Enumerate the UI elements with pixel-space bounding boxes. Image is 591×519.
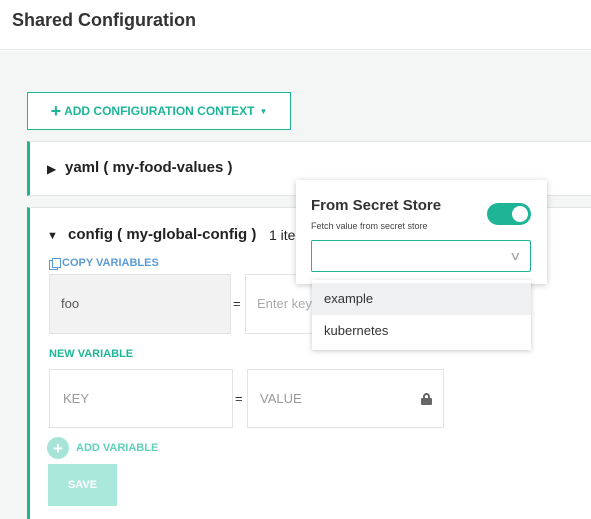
add-variable-button[interactable]: + ADD VARIABLE xyxy=(47,437,158,459)
plus-icon: + xyxy=(50,101,62,121)
add-variable-label: ADD VARIABLE xyxy=(76,442,159,454)
copy-icon xyxy=(49,257,61,270)
dropdown-option-example[interactable]: example xyxy=(312,283,531,315)
context-title[interactable]: yaml ( my-food-values ) xyxy=(65,159,233,176)
secret-store-dropdown: example kubernetes xyxy=(312,280,531,350)
secret-store-select[interactable]: ∨ xyxy=(311,240,531,272)
header-bar: Shared Configuration xyxy=(0,0,591,50)
save-button[interactable]: SAVE xyxy=(48,464,117,506)
caret-down-icon: ▼ xyxy=(259,106,268,116)
variable-key-field: foo xyxy=(49,274,231,334)
plus-circle-icon: + xyxy=(47,437,69,459)
triangle-down-icon[interactable]: ▼ xyxy=(47,230,58,242)
secret-store-popup: From Secret Store Fetch value from secre… xyxy=(296,180,547,284)
value-placeholder: VALUE xyxy=(260,391,302,406)
page-title: Shared Configuration xyxy=(12,10,196,30)
new-key-input[interactable]: KEY xyxy=(49,369,233,428)
triangle-right-icon[interactable]: ▶ xyxy=(47,162,56,176)
add-configuration-context-button[interactable]: + ADD CONFIGURATION CONTEXT ▼ xyxy=(27,92,291,130)
equals-sign: = xyxy=(233,296,241,311)
copy-variables-link[interactable]: COPY VARIABLES xyxy=(49,257,159,270)
secret-store-heading: From Secret Store xyxy=(311,197,442,214)
toggle-knob xyxy=(512,206,528,222)
new-variable-label: NEW VARIABLE xyxy=(49,348,134,360)
secret-store-subtext: Fetch value from secret store xyxy=(311,221,428,231)
context-title[interactable]: config ( my-global-config ) xyxy=(68,226,256,243)
copy-variables-label: COPY VARIABLES xyxy=(62,257,159,269)
chevron-down-icon: ∨ xyxy=(509,249,522,263)
item-count: 1 ite xyxy=(269,227,296,243)
equals-sign: = xyxy=(235,391,243,406)
lock-icon[interactable] xyxy=(421,393,432,405)
dropdown-option-kubernetes[interactable]: kubernetes xyxy=(312,315,531,347)
add-context-label: ADD CONFIGURATION CONTEXT xyxy=(64,104,255,118)
new-value-input[interactable]: VALUE xyxy=(247,369,444,428)
secret-store-toggle[interactable] xyxy=(487,203,531,225)
